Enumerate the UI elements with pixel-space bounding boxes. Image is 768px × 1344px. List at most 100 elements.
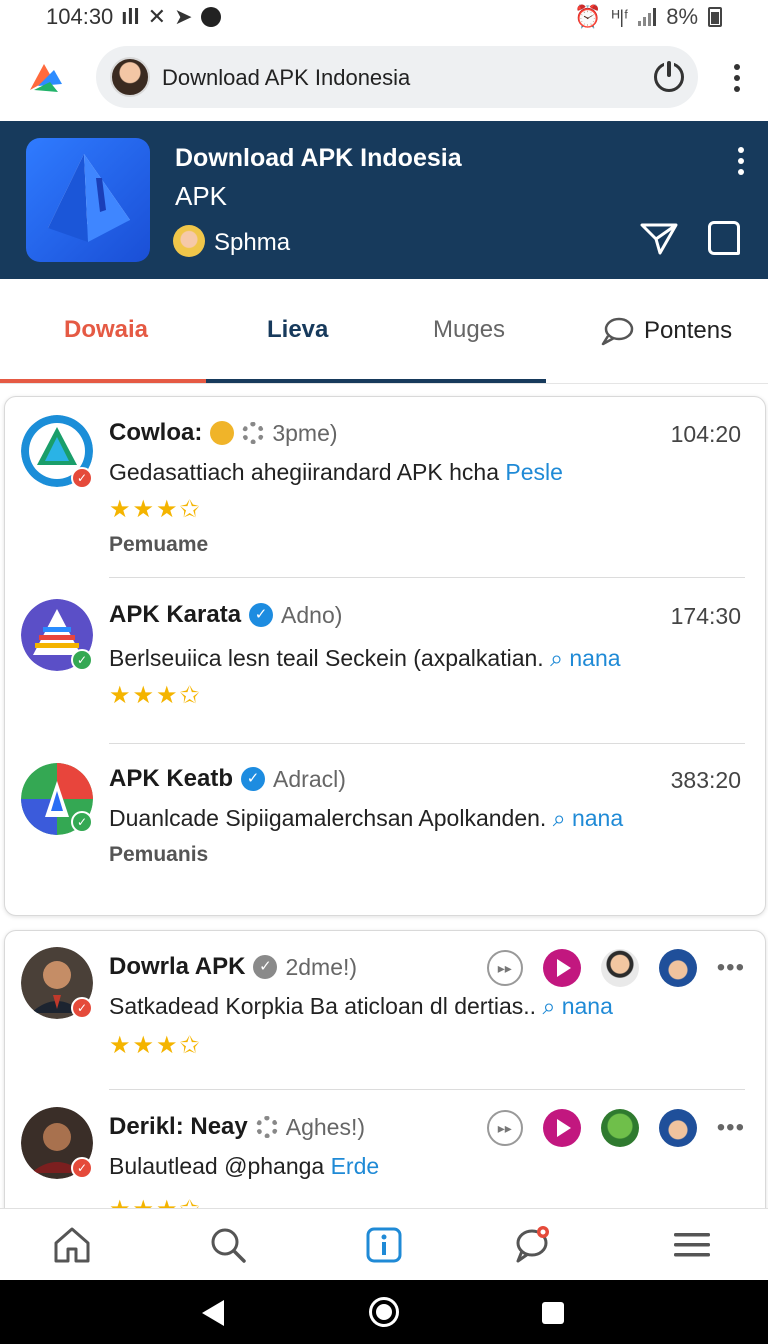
whatsapp-icon <box>200 7 221 27</box>
tab-pontens[interactable]: Pontens <box>600 316 732 346</box>
home-circle-icon[interactable] <box>372 1300 396 1324</box>
reviewer-name[interactable]: APK Keatb <box>109 765 233 793</box>
list-item[interactable]: ✓ APK Keatb ✓ Adracl) 383:20 Duanlcade S… <box>5 743 765 913</box>
review-text: Duanlcade Sipiigamalerchsan Apolkanden. … <box>109 805 623 832</box>
review-body: Berlseuiica lesn teail Seckein (axpalkat… <box>109 645 544 671</box>
recents-icon[interactable] <box>542 1302 564 1324</box>
tab-bar: Dowaia Lieva Muges Pontens <box>0 280 768 384</box>
list-item[interactable]: ✓ Derikl: Neay Aghes!) ▸▸ ••• Bulautlead… <box>5 1089 765 1220</box>
search-icon[interactable] <box>208 1225 248 1265</box>
telegram-icon: ➤ <box>174 4 193 29</box>
power-icon[interactable] <box>654 61 684 92</box>
list-item[interactable]: ✓ Cowloa: 3pme) 104:20 Gedasattiach aheg… <box>5 397 765 577</box>
review-link[interactable]: ⌕ nana <box>550 645 620 671</box>
verified-badge-icon: ✓ <box>71 811 93 833</box>
signal-icon: ıll <box>121 4 140 29</box>
verified-badge-icon: ✓ <box>71 1157 93 1179</box>
review-text: Satkadead Korpkia Ba aticloan dl dertias… <box>109 993 613 1020</box>
review-title: APK Karata ✓ Adno) <box>109 601 342 629</box>
cell-signal-icon <box>638 8 657 26</box>
review-meta: Adracl) <box>273 765 346 792</box>
status-bar: 104:30 ıll ✕ ➤ ⏰ ᴴ|ᶠ 8% <box>0 0 768 34</box>
reviewer-name[interactable]: APK Karata <box>109 601 241 629</box>
participant-avatar[interactable] <box>600 949 639 987</box>
developer-avatar <box>173 225 205 257</box>
review-card: ✓ Cowloa: 3pme) 104:20 Gedasattiach aheg… <box>4 396 766 916</box>
emoji-icon <box>210 421 235 445</box>
menu-icon[interactable] <box>672 1225 712 1265</box>
reviewer-name[interactable]: Derikl: Neay <box>109 1113 248 1141</box>
status-time: 104:30 <box>46 4 114 29</box>
review-subtitle: Pemuame <box>109 533 209 556</box>
alarm-icon: ⏰ <box>574 4 602 29</box>
reviewer-name[interactable]: Dowrla APK <box>109 953 245 981</box>
chat-icon[interactable] <box>512 1225 552 1265</box>
more-options-icon[interactable]: ••• <box>717 1114 745 1142</box>
battery-icon <box>708 7 722 27</box>
url-title: Download APK Indonesia <box>162 65 411 90</box>
browser-menu-icon[interactable] <box>734 64 740 92</box>
app-header: Download APK Indoesia APK Sphma <box>0 121 768 279</box>
star-rating: ★★★✩ <box>109 1032 202 1059</box>
send-icon[interactable] <box>640 221 678 255</box>
review-meta: Aghes!) <box>285 1113 366 1140</box>
review-text: Gedasattiach ahegiirandard APK hcha Pesl… <box>109 459 563 486</box>
review-link[interactable]: ⌕ nana <box>542 993 612 1019</box>
review-subtitle: Pemuanis <box>109 843 209 866</box>
tab-pontens-label: Pontens <box>644 317 733 344</box>
review-link[interactable]: Pesle <box>505 459 563 485</box>
home-icon[interactable] <box>52 1225 92 1265</box>
tab-muges[interactable]: Muges <box>433 316 505 344</box>
more-options-icon[interactable]: ••• <box>717 954 745 982</box>
review-title: APK Keatb ✓ Adracl) <box>109 765 346 793</box>
review-body: Satkadead Korpkia Ba aticloan dl dertias… <box>109 993 537 1019</box>
reviewer-name[interactable]: Cowloa: <box>109 419 202 447</box>
verified-icon: ✓ <box>241 767 266 791</box>
info-icon[interactable] <box>364 1225 404 1265</box>
review-body: Bulautlead @phanga <box>109 1153 325 1179</box>
app-name: Download APK Indoesia <box>175 144 462 172</box>
row-actions: ▸▸ ••• <box>486 949 745 987</box>
list-item[interactable]: ✓ Dowrla APK ✓ 2dme!) ▸▸ ••• Satkadead K… <box>5 931 765 1089</box>
bookmark-icon[interactable] <box>708 221 740 255</box>
app-logo-shape <box>48 154 130 242</box>
app-type: APK <box>175 181 228 211</box>
url-bar[interactable]: Download APK Indonesia <box>96 46 698 108</box>
review-title: Cowloa: 3pme) <box>109 419 338 447</box>
system-nav-bar <box>0 1280 768 1344</box>
participant-avatar[interactable] <box>658 949 697 987</box>
review-body: Gedasattiach ahegiirandard APK hcha <box>109 459 499 485</box>
participant-avatar[interactable] <box>658 1109 697 1147</box>
tab-lieva[interactable]: Lieva <box>267 316 328 344</box>
fast-forward-icon[interactable]: ▸▸ <box>486 950 523 986</box>
review-link-label: nana <box>571 805 624 831</box>
play-icon[interactable] <box>542 949 581 987</box>
verified-icon: ✓ <box>253 955 278 979</box>
review-link[interactable]: ⌕ nana <box>553 805 623 831</box>
review-title: Derikl: Neay Aghes!) <box>109 1113 365 1141</box>
app-logo-icon[interactable] <box>24 56 66 98</box>
app-icon <box>26 138 150 262</box>
list-item[interactable]: ✓ APK Karata ✓ Adno) 174:30 Berlseuiica … <box>5 577 765 743</box>
data-icon: ᴴ|ᶠ <box>611 6 629 27</box>
review-title: Dowrla APK ✓ 2dme!) <box>109 953 357 981</box>
play-icon[interactable] <box>542 1109 581 1147</box>
review-meta: 2dme!) <box>285 953 358 980</box>
tab-divider <box>0 383 768 384</box>
verified-badge-icon: ✓ <box>71 997 93 1019</box>
tab-dowaia[interactable]: Dowaia <box>64 316 148 344</box>
status-right: ⏰ ᴴ|ᶠ 8% <box>574 4 722 30</box>
developer-name[interactable]: Sphma <box>214 229 290 257</box>
settings-icon <box>255 1116 278 1138</box>
review-text: Bulautlead @phanga Erde <box>109 1153 379 1180</box>
profile-avatar[interactable] <box>110 57 150 97</box>
review-meta: 3pme) <box>272 419 338 446</box>
header-menu-icon[interactable] <box>738 147 744 175</box>
review-card: ✓ Dowrla APK ✓ 2dme!) ▸▸ ••• Satkadead K… <box>4 930 766 1220</box>
review-meta: Adno) <box>281 601 343 628</box>
participant-avatar[interactable] <box>600 1109 639 1147</box>
fast-forward-icon[interactable]: ▸▸ <box>486 1110 523 1146</box>
review-link[interactable]: Erde <box>331 1153 380 1179</box>
back-icon[interactable] <box>202 1300 224 1326</box>
star-rating: ★★★✩ <box>109 496 202 523</box>
